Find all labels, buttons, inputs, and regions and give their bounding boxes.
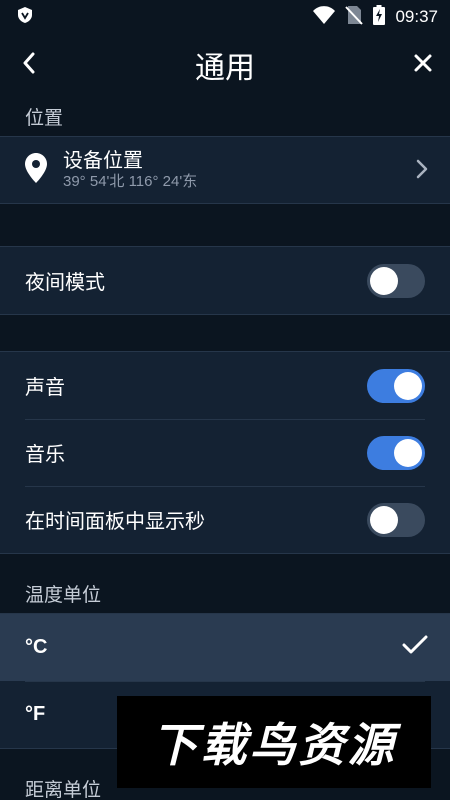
- back-button[interactable]: [14, 50, 44, 80]
- status-time: 09:37: [395, 7, 438, 26]
- device-location-coordinates: 39° 54'北 116° 24'东: [63, 173, 198, 190]
- show-seconds-item: 在时间面板中显示秒: [0, 486, 450, 553]
- temperature-section-header: 温度单位: [25, 583, 102, 606]
- music-label: 音乐: [25, 442, 65, 466]
- sound-toggle[interactable]: [367, 369, 425, 403]
- battery-charging-icon: [373, 5, 386, 29]
- chevron-right-icon: [416, 159, 428, 184]
- close-icon: [413, 53, 433, 77]
- watermark-text: 下载鸟资源: [151, 718, 397, 772]
- shield-app-icon: [18, 7, 32, 27]
- night-mode-toggle[interactable]: [367, 264, 425, 298]
- device-location-item[interactable]: 设备位置 39° 54'北 116° 24'东: [0, 137, 450, 203]
- chevron-left-icon: [22, 52, 36, 78]
- toggle-knob: [394, 372, 422, 400]
- status-bar: 09:37: [0, 0, 450, 34]
- close-button[interactable]: [408, 50, 438, 80]
- music-toggle[interactable]: [367, 436, 425, 470]
- music-item: 音乐: [0, 419, 450, 486]
- celsius-option[interactable]: °C: [0, 614, 450, 681]
- toggle-knob: [394, 439, 422, 467]
- location-pin-icon: [25, 152, 47, 188]
- app-header: 通用: [0, 34, 450, 96]
- toggle-knob: [370, 506, 398, 534]
- page-title: 通用: [195, 51, 255, 86]
- night-mode-label: 夜间模式: [25, 270, 105, 294]
- sound-item: 声音: [0, 352, 450, 419]
- wifi-icon: [313, 6, 336, 28]
- device-location-title: 设备位置: [63, 148, 143, 172]
- show-seconds-label: 在时间面板中显示秒: [25, 509, 205, 533]
- sound-label: 声音: [25, 375, 65, 399]
- sound-card: 声音 音乐 在时间面板中显示秒: [0, 351, 450, 554]
- show-seconds-toggle[interactable]: [367, 503, 425, 537]
- no-sim-icon: [345, 5, 364, 29]
- checkmark-icon: [402, 634, 428, 662]
- fahrenheit-label: °F: [25, 703, 46, 725]
- location-card: 设备位置 39° 54'北 116° 24'东: [0, 136, 450, 204]
- night-mode-card: 夜间模式: [0, 246, 450, 315]
- toggle-knob: [370, 267, 398, 295]
- celsius-label: °C: [25, 636, 48, 658]
- watermark-logo: 下载鸟资源: [117, 696, 431, 788]
- location-section-header: 位置: [25, 106, 64, 129]
- night-mode-item: 夜间模式: [0, 247, 450, 314]
